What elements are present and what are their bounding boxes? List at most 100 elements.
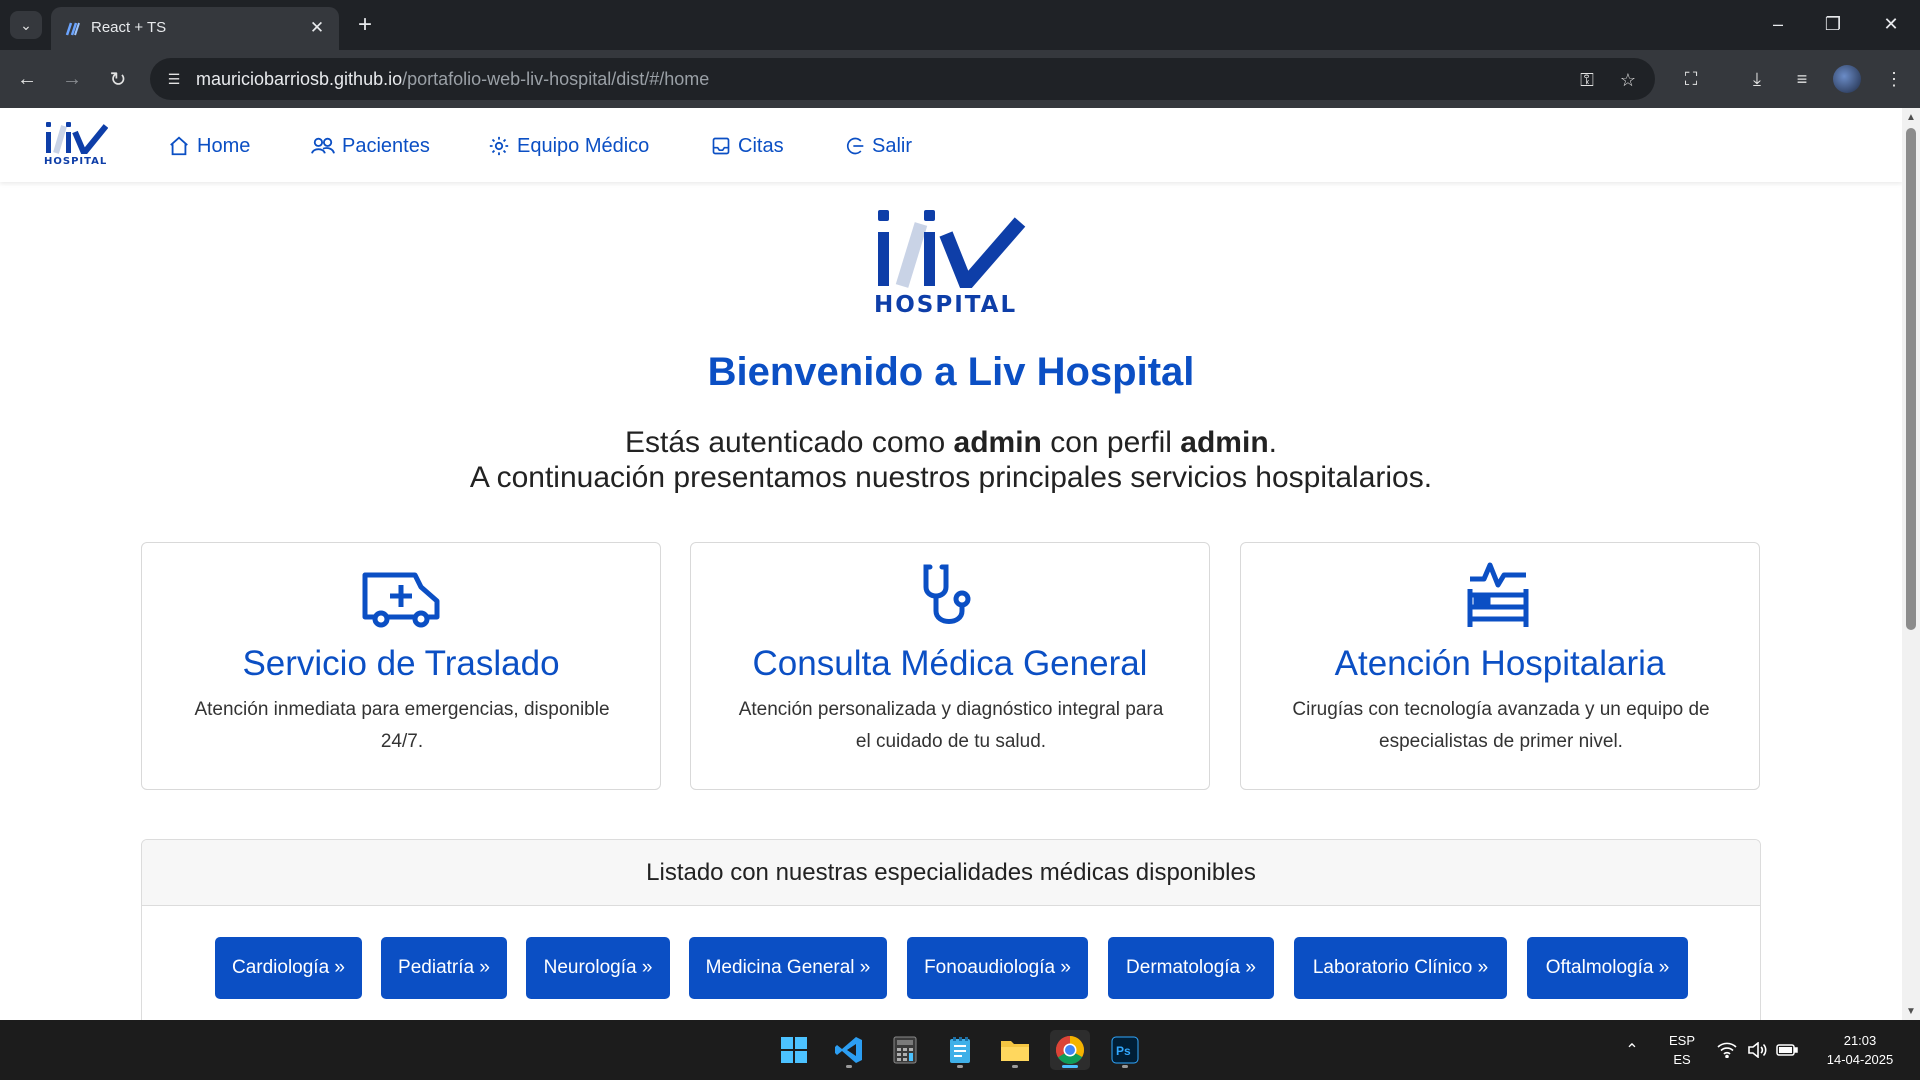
volume-icon[interactable] [1745, 1038, 1769, 1062]
nav-link-label: Salir [872, 134, 913, 157]
auth-middle: con perfil [1041, 426, 1181, 459]
service-card-consulta: Consulta Médica General Atención persona… [690, 542, 1210, 790]
wifi-icon[interactable] [1715, 1038, 1739, 1062]
arrow-left-icon: ← [17, 67, 37, 90]
taskbar-chrome[interactable] [1050, 1030, 1090, 1070]
tab-search-button[interactable]: ⌄ [10, 11, 42, 39]
clock-date: 14-04-2025 [1826, 1052, 1894, 1067]
chevron-up-icon: ⌃ [1625, 1042, 1639, 1059]
scrollbar-thumb[interactable] [1906, 128, 1916, 630]
nav-link-salir[interactable]: Salir [845, 132, 912, 160]
downloads-button[interactable]: ⤓ [1741, 63, 1773, 95]
system-clock[interactable]: 21:03 14-04-2025 [1810, 1031, 1910, 1069]
browser-tab[interactable]: React + TS ✕ [51, 7, 339, 50]
browser-tab-bar: ⌄ React + TS ✕ + – ❐ ✕ [0, 0, 1920, 50]
profile-avatar[interactable] [1833, 65, 1861, 93]
svg-text:Ps: Ps [1116, 1044, 1131, 1058]
scroll-down-icon[interactable]: ▼ [1905, 1006, 1917, 1017]
back-button[interactable]: ← [11, 63, 43, 95]
scroll-up-icon[interactable]: ▲ [1905, 112, 1917, 123]
auth-profile: admin [1180, 426, 1269, 459]
media-controls-button[interactable]: ≡ [1786, 63, 1818, 95]
download-icon: ⤓ [1753, 68, 1761, 89]
auth-suffix: . [1268, 426, 1277, 459]
specialties-header: Listado con nuestras especialidades médi… [142, 840, 1760, 906]
browser-toolbar: ← → ↻ ☰ mauriciobarriosb.github.io/porta… [0, 50, 1920, 108]
language-indicator[interactable]: ESP ES [1665, 1031, 1699, 1069]
url-host: mauriciobarriosb.github.io [196, 69, 403, 89]
stethoscope-icon [923, 564, 971, 624]
url-path: /portafolio-web-liv-hospital/dist/#/home [402, 69, 710, 89]
service-card-title: Atención Hospitalaria [1334, 644, 1666, 683]
service-card-traslado: Servicio de Traslado Atención inmediata … [141, 542, 661, 790]
start-button[interactable] [774, 1030, 814, 1070]
taskbar-file-explorer[interactable] [995, 1030, 1035, 1070]
ambulance-icon [362, 572, 440, 628]
new-tab-button[interactable]: + [350, 10, 380, 40]
close-icon: ✕ [1883, 13, 1899, 34]
tab-close-button[interactable]: ✕ [305, 16, 329, 40]
running-indicator [1062, 1065, 1078, 1068]
bookmark-button[interactable]: ☆ [1615, 67, 1641, 93]
specialty-button-medicina-general[interactable]: Medicina General » [689, 937, 887, 999]
users-icon [311, 137, 335, 154]
taskbar-notepad[interactable] [940, 1030, 980, 1070]
plus-icon: + [357, 11, 372, 38]
windows-taskbar: Ps ⌃ ESP ES 21:03 14-04-2025 [0, 1020, 1920, 1080]
hero-logo: HOSPITAL [870, 208, 1030, 323]
specialty-button-laboratorio-clinico[interactable]: Laboratorio Clínico » [1294, 937, 1507, 999]
extensions-button[interactable]: ⛶ [1675, 63, 1707, 95]
navbar-logo[interactable]: HOSPITAL [42, 120, 110, 170]
liv-favicon-icon [65, 22, 80, 36]
page-viewport: HOSPITAL Home Pacientes Equipo Médico Ci… [0, 108, 1902, 1020]
forward-button[interactable]: → [56, 63, 88, 95]
running-indicator [1012, 1065, 1018, 1068]
service-card-title: Servicio de Traslado [242, 644, 560, 683]
site-info-button[interactable]: ☰ [162, 67, 186, 91]
password-key-button[interactable]: ⚿ [1574, 67, 1600, 93]
site-navbar: HOSPITAL Home Pacientes Equipo Médico Ci… [0, 108, 1902, 182]
vscode-icon [835, 1037, 862, 1063]
minimize-button[interactable]: – [1758, 8, 1798, 40]
puzzle-icon: ⛶ [1684, 68, 1698, 89]
taskbar-calculator[interactable] [885, 1030, 925, 1070]
key-icon: ⚿ [1580, 69, 1594, 90]
windows-logo-icon [781, 1037, 807, 1063]
specialty-button-neurologia[interactable]: Neurología » [526, 937, 670, 999]
taskbar-photoshop[interactable]: Ps [1105, 1030, 1145, 1070]
specialty-button-dermatologia[interactable]: Dermatología » [1108, 937, 1274, 999]
restore-icon: ❐ [1824, 13, 1842, 34]
tune-icon: ☰ [167, 70, 181, 87]
reload-button[interactable]: ↻ [102, 63, 134, 95]
running-indicator [846, 1065, 852, 1068]
nav-link-home[interactable]: Home [168, 132, 250, 160]
home-icon [170, 136, 188, 156]
gear-icon [489, 136, 509, 156]
nav-link-pacientes[interactable]: Pacientes [311, 132, 430, 160]
restore-button[interactable]: ❐ [1813, 8, 1853, 40]
keyboard-layout: ES [1673, 1052, 1691, 1067]
nav-link-equipo-medico[interactable]: Equipo Médico [488, 132, 649, 160]
page-scrollbar[interactable]: ▲ ▼ [1902, 108, 1920, 1020]
hero-logo-subtitle: HOSPITAL [874, 292, 1018, 318]
clock-time: 21:03 [1843, 1033, 1877, 1048]
address-bar[interactable]: ☰ mauriciobarriosb.github.io/portafolio-… [150, 58, 1655, 100]
specialty-button-oftalmologia[interactable]: Oftalmología » [1527, 937, 1688, 999]
running-indicator [957, 1065, 963, 1068]
battery-icon[interactable] [1775, 1038, 1799, 1062]
service-card-hospitalaria: Atención Hospitalaria Cirugías con tecno… [1240, 542, 1760, 790]
specialty-button-pediatria[interactable]: Pediatría » [381, 937, 507, 999]
nav-link-citas[interactable]: Citas [711, 132, 784, 160]
browser-menu-button[interactable]: ⋮ [1878, 63, 1910, 95]
specialties-panel: Listado con nuestras especialidades médi… [141, 839, 1761, 1020]
show-hidden-icons-button[interactable]: ⌃ [1620, 1038, 1644, 1062]
close-window-button[interactable]: ✕ [1871, 8, 1911, 40]
url-text[interactable]: mauriciobarriosb.github.io/portafolio-we… [196, 69, 709, 90]
specialty-button-cardiologia[interactable]: Cardiología » [215, 937, 362, 999]
nav-link-label: Citas [738, 134, 784, 157]
specialty-button-fonoaudiologia[interactable]: Fonoaudiología » [907, 937, 1088, 999]
service-card-description: Atención inmediata para emergencias, dis… [194, 699, 610, 752]
taskbar-vscode[interactable] [829, 1030, 869, 1070]
playlist-icon: ≡ [1796, 68, 1808, 89]
liv-logo-mark [46, 122, 108, 154]
